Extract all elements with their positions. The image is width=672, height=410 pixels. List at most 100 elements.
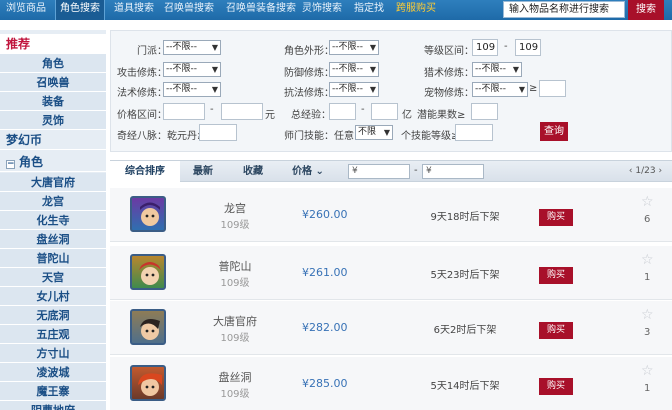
exp-max-input[interactable] [371,103,398,120]
nav-tab-pet-equip-search[interactable]: 召唤兽装备搜索 [222,0,300,20]
favorite-count: 3 [644,327,651,338]
magic-cultivation-label: 法术修炼： [117,88,167,99]
character-level: 109级 [220,333,250,344]
listing-time-remaining: 6天2时后下架 [433,325,497,336]
sidebar-school-longgong[interactable]: 龙宫 [0,192,106,211]
sidebar-currency-header[interactable]: 梦幻币 [0,130,106,150]
sidebar-school-wuzhuang[interactable]: 五庄观 [0,325,106,344]
search-button[interactable]: 搜索 [628,0,664,20]
listing-price: ¥260.00 [302,208,348,221]
defense-cultivation-select[interactable]: --不限-- ▼ [329,62,379,77]
level-max-input[interactable]: 109 [515,39,541,56]
listing-row[interactable]: 龙宫 109级 ¥260.00 9天18时后下架 购买 ☆ 6 [110,188,672,242]
listing-price: ¥285.00 [302,377,348,390]
sort-tab-overall[interactable]: 综合排序 [110,161,180,182]
meridian-input[interactable] [199,124,237,141]
chevron-left-icon[interactable]: ‹ [629,166,633,176]
price-filter-min-input[interactable]: ¥ [348,164,410,179]
sidebar-school-mowang[interactable]: 魔王寨 [0,382,106,401]
price-min-input[interactable] [163,103,205,120]
sidebar-school-datang[interactable]: 大唐官府 [0,173,106,192]
character-level: 109级 [220,389,250,400]
pet-cultivation-value: --不限-- [475,84,506,94]
listing-row[interactable]: 普陀山 109级 ¥261.00 5天23时后下架 购买 ☆ 1 [110,246,672,300]
sidebar-school-pansi[interactable]: 盘丝洞 [0,230,106,249]
sidebar-school-putuo[interactable]: 普陀山 [0,249,106,268]
character-avatar[interactable] [130,196,166,232]
resist-cultivation-label: 抗法修炼： [284,88,334,99]
collapse-icon[interactable]: − [6,160,15,169]
nav-tab-pet-search[interactable]: 召唤兽搜索 [160,0,218,20]
defense-cultivation-label: 防御修炼： [284,68,334,79]
price-max-input[interactable] [221,103,263,120]
sidebar-school-nver[interactable]: 女儿村 [0,287,106,306]
chevron-down-icon: ▼ [369,85,376,94]
nav-tab-cross-server[interactable]: 跨服购买 [392,0,440,20]
nav-tab-ornament-search[interactable]: 灵饰搜索 [298,0,346,20]
skill-level-input[interactable] [455,124,493,141]
attack-cultivation-select[interactable]: --不限-- ▼ [163,62,221,77]
character-avatar[interactable] [130,365,166,401]
price-range-label: 价格区间： [117,110,167,121]
sidebar-role-header[interactable]: − 角色 [0,152,106,172]
magic-cultivation-select[interactable]: --不限-- ▼ [163,82,221,97]
sidebar-school-huasheng[interactable]: 化生寺 [0,211,106,230]
star-icon[interactable]: ☆ [641,307,654,323]
master-skill-select[interactable]: 不限 ▼ [355,125,393,140]
chevron-down-icon: ▼ [211,43,218,52]
level-min-input[interactable]: 109 [472,39,498,56]
sidebar-item-ornament[interactable]: 灵饰 [0,111,106,130]
potential-fruit-input[interactable] [471,103,498,120]
sidebar-school-wudi[interactable]: 无底洞 [0,306,106,325]
buy-button[interactable]: 购买 [539,267,573,284]
potential-fruit-label: 潜能果数≥ [417,110,466,121]
sort-tab-price[interactable]: 价格 ⌄ [278,161,338,182]
appearance-select[interactable]: --不限-- ▼ [329,40,379,55]
sidebar-item-role[interactable]: 角色 [0,54,106,73]
sidebar-school-lingbo[interactable]: 凌波城 [0,363,106,382]
page-indicator: 1/23 [635,166,656,176]
sidebar: 推荐 角色 召唤兽 装备 灵饰 梦幻币 − 角色 大唐官府 龙宫 化生寺 盘丝洞 … [0,30,106,410]
nav-tab-item-search[interactable]: 道具搜索 [110,0,158,20]
query-button[interactable]: 查询 [540,122,568,141]
nav-tab-role-search[interactable]: 角色搜索 [55,0,105,20]
star-icon[interactable]: ☆ [641,194,654,210]
gte-symbol: ≥ [529,83,538,94]
listing-row[interactable]: 盘丝洞 109级 ¥285.00 5天14时后下架 购买 ☆ 1 [110,357,672,410]
nav-tab-designated[interactable]: 指定找 [350,0,388,20]
buy-button[interactable]: 购买 [539,378,573,395]
pet-cultivation-select[interactable]: --不限-- ▼ [472,82,528,97]
attack-cultivation-label: 攻击修炼： [117,68,167,79]
sort-tab-favorites[interactable]: 收藏 [228,161,278,182]
pager: ‹ 1/23 › [619,161,672,182]
character-avatar[interactable] [130,309,166,345]
sidebar-recommend-header[interactable]: 推荐 [0,34,106,54]
pet-cultivation-min-input[interactable] [539,80,566,97]
buy-button[interactable]: 购买 [539,322,573,339]
resist-cultivation-value: --不限-- [332,84,363,94]
listing-row[interactable]: 大唐官府 109级 ¥282.00 6天2时后下架 购买 ☆ 3 [110,301,672,355]
resist-cultivation-select[interactable]: --不限-- ▼ [329,82,379,97]
favorite-count: 6 [644,214,651,225]
chevron-right-icon[interactable]: › [658,166,662,176]
school-select-value: --不限-- [166,42,197,52]
exp-min-input[interactable] [329,103,356,120]
sidebar-item-equipment[interactable]: 装备 [0,92,106,111]
chevron-down-icon: ⌄ [315,166,324,177]
character-avatar[interactable] [130,254,166,290]
buy-button[interactable]: 购买 [539,209,573,226]
sidebar-school-fangcun[interactable]: 方寸山 [0,344,106,363]
sort-tab-newest[interactable]: 最新 [180,161,226,182]
hunt-cultivation-select[interactable]: --不限-- ▼ [472,62,522,77]
price-filter-max-input[interactable]: ¥ [422,164,484,179]
character-school: 龙宫 [224,202,246,215]
sidebar-item-pet[interactable]: 召唤兽 [0,73,106,92]
hunt-cultivation-value: --不限-- [475,64,506,74]
sidebar-school-yincao[interactable]: 阴曹地府 [0,401,106,410]
sidebar-school-tiangong[interactable]: 天宫 [0,268,106,287]
school-select[interactable]: --不限-- ▼ [163,40,221,55]
nav-tab-browse[interactable]: 浏览商品 [2,0,50,20]
star-icon[interactable]: ☆ [641,252,654,268]
search-input[interactable]: 输入物品名称进行搜索 [503,1,625,18]
star-icon[interactable]: ☆ [641,363,654,379]
